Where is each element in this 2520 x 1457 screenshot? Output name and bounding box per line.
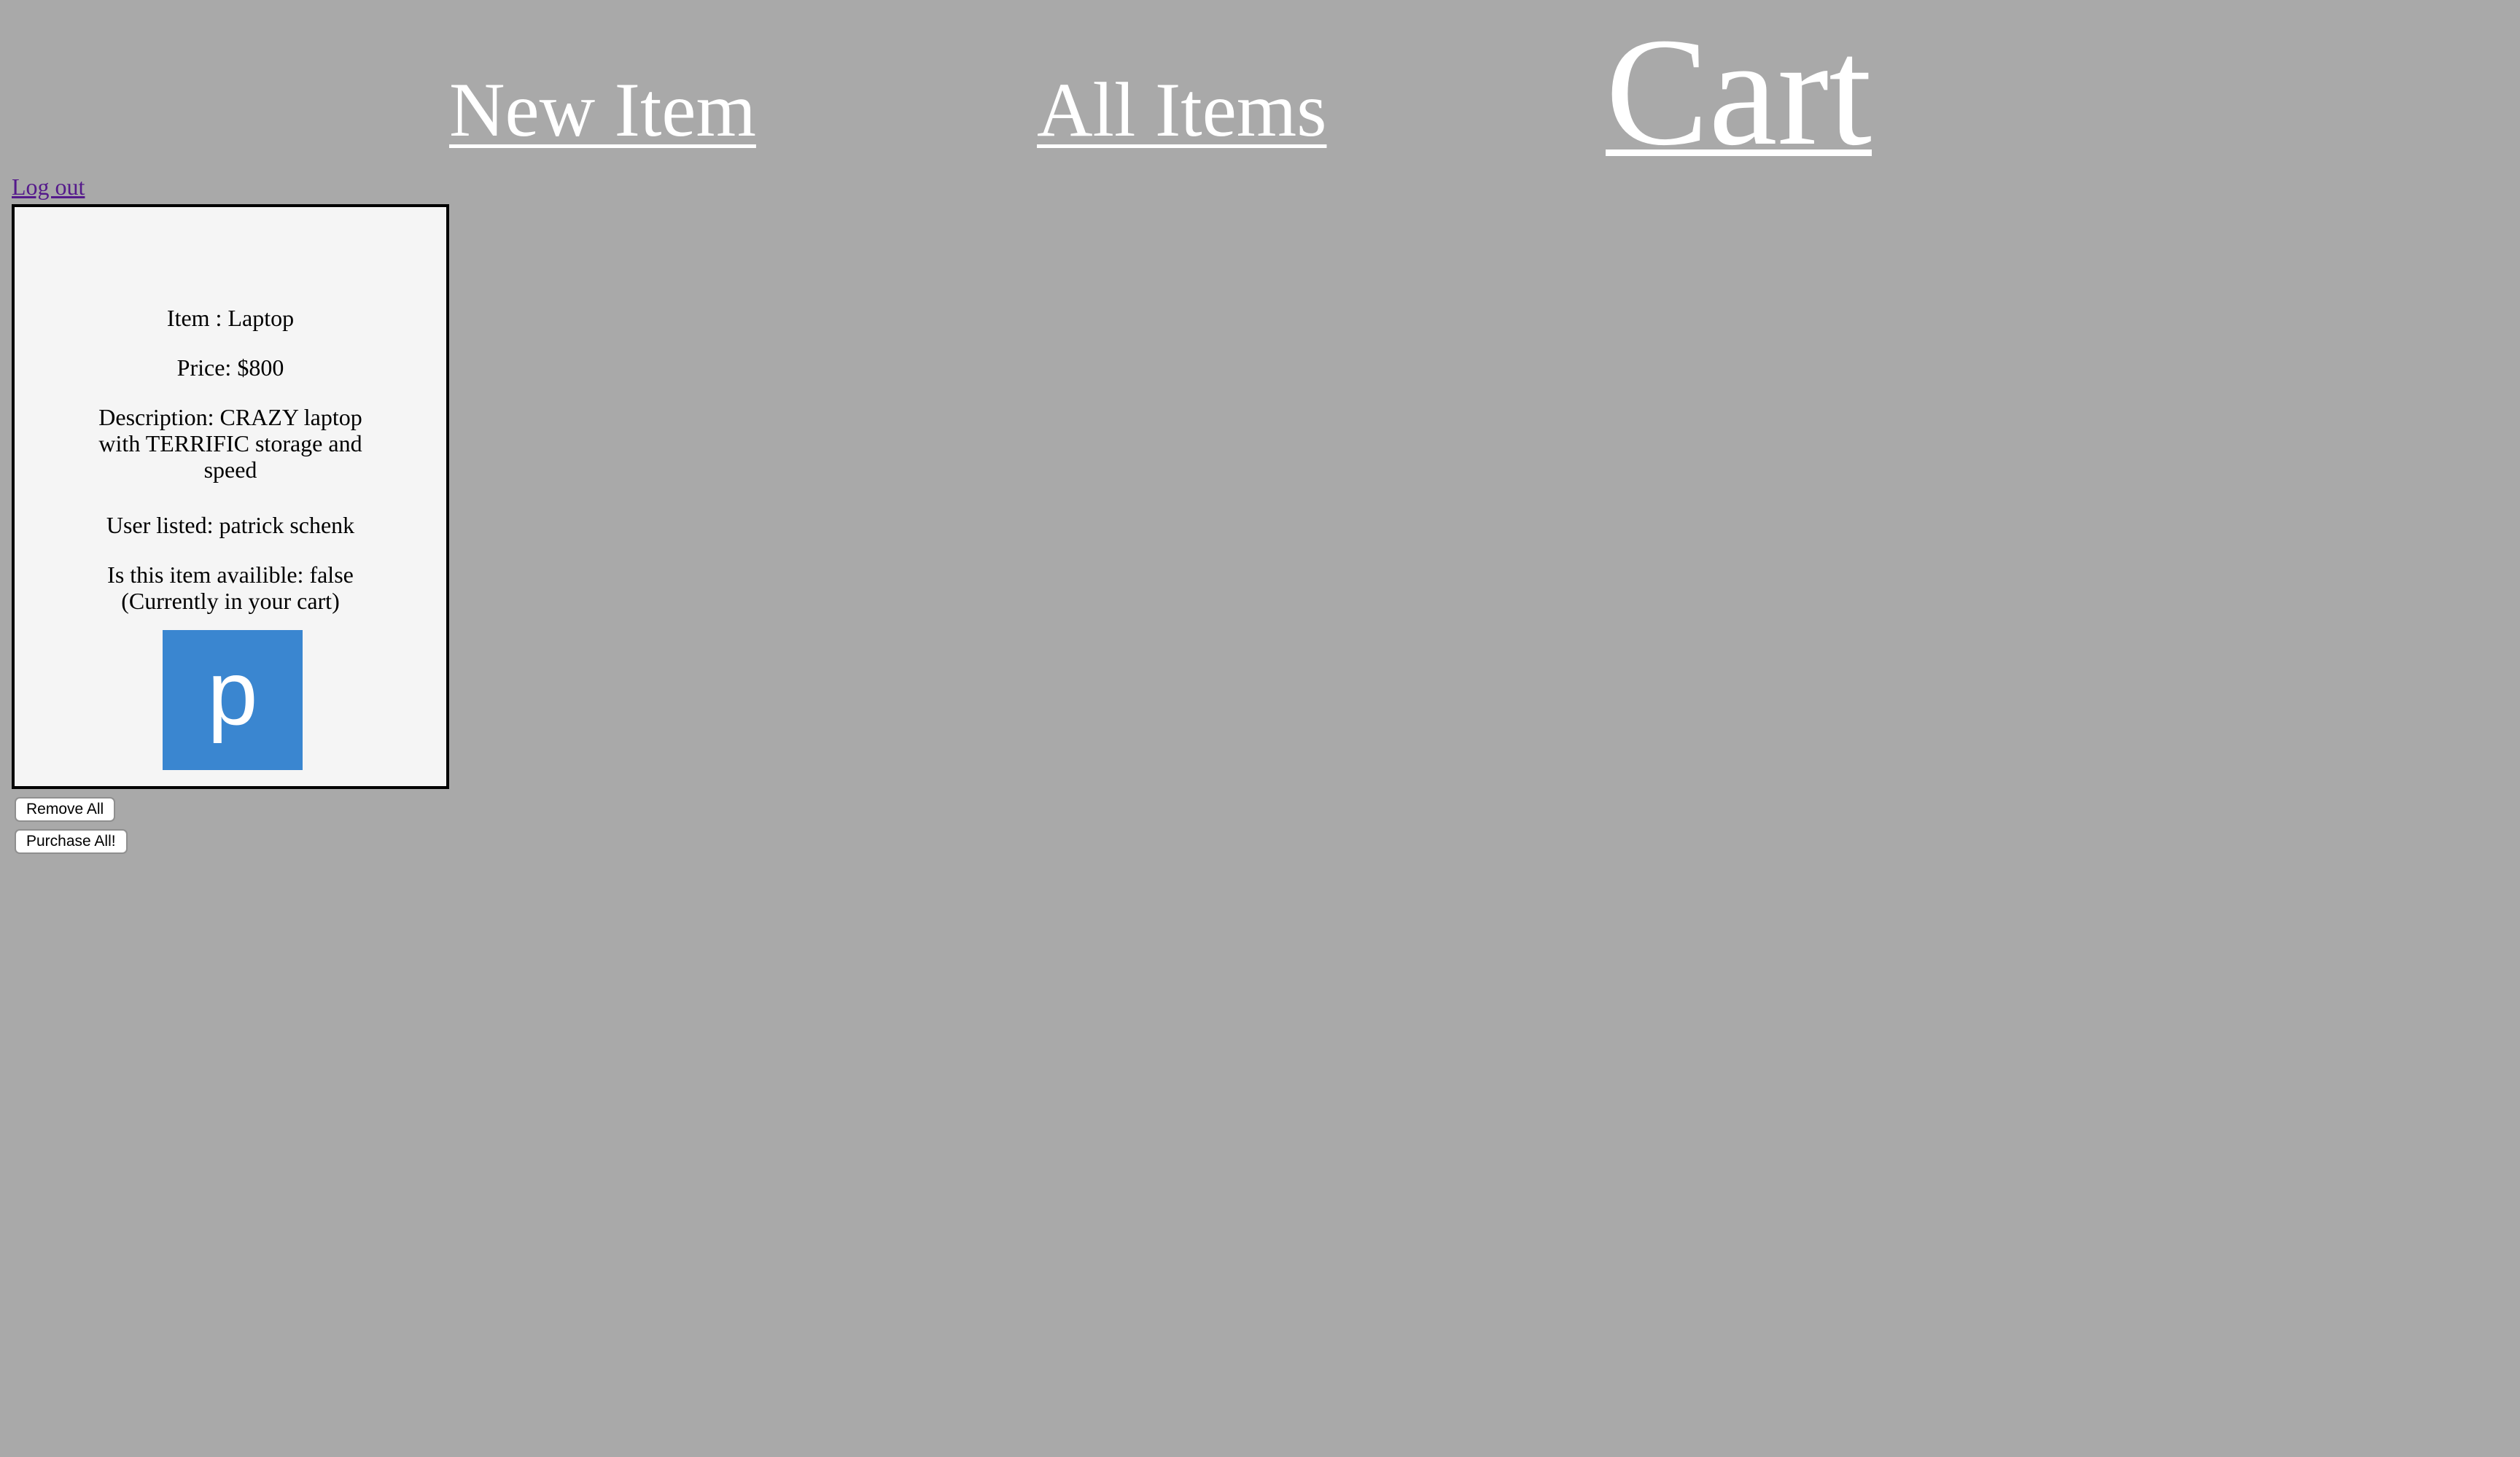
purchase-all-button[interactable]: Purchase All! (15, 829, 128, 854)
user-avatar: p (163, 630, 303, 770)
nav-link-cart[interactable]: Cart (1606, 15, 1872, 169)
item-name: Item : Laptop (166, 305, 295, 331)
item-availability: Is this item availible: false (Currently… (107, 562, 354, 614)
nav-link-all-items[interactable]: All Items (1037, 71, 1326, 149)
item-description: Description: CRAZY laptop with TERRIFIC … (98, 404, 362, 483)
logout-link[interactable]: Log out (12, 175, 85, 198)
remove-all-button[interactable]: Remove All (15, 797, 116, 822)
item-user-listed: User listed: patrick schenk (106, 512, 355, 538)
avatar-letter: p (207, 643, 258, 744)
item-price: Price: $800 (176, 354, 284, 381)
nav-link-new-item[interactable]: New Item (449, 71, 756, 149)
cart-item-card: Item : Laptop Price: $800 Description: C… (12, 204, 449, 789)
